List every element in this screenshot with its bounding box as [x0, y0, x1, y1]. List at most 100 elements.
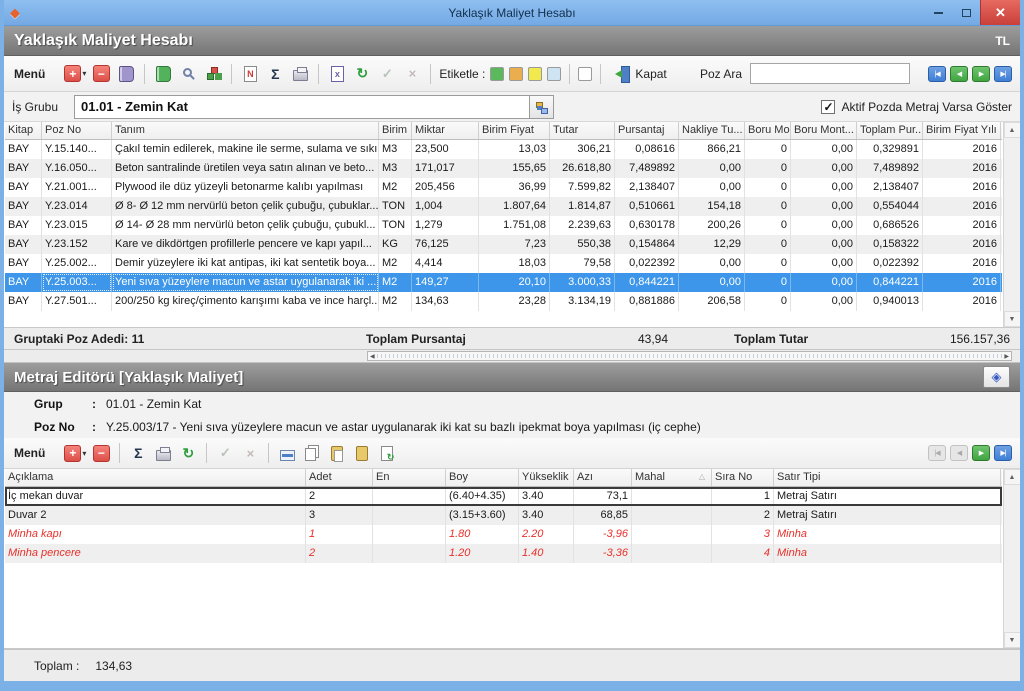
- cell[interactable]: 2: [306, 544, 373, 563]
- cell[interactable]: Y.23.014: [42, 197, 112, 216]
- cell[interactable]: KG: [379, 235, 412, 254]
- cell[interactable]: Metraj Satırı: [774, 506, 1001, 525]
- column-header[interactable]: Birim: [379, 122, 412, 139]
- cell[interactable]: Y.23.015: [42, 216, 112, 235]
- cell[interactable]: 3.134,19: [550, 292, 615, 311]
- cell[interactable]: Duvar 2: [5, 506, 306, 525]
- cell[interactable]: 0,844221: [615, 273, 679, 292]
- cell[interactable]: [373, 487, 446, 506]
- cell[interactable]: 12,29: [679, 235, 745, 254]
- cell[interactable]: 0,00: [791, 292, 857, 311]
- cell[interactable]: 4,414: [412, 254, 479, 273]
- cell[interactable]: 0,00: [679, 178, 745, 197]
- cell[interactable]: 0,554044: [857, 197, 923, 216]
- first-record-button[interactable]: |◀: [928, 66, 946, 82]
- cell[interactable]: 134,63: [412, 292, 479, 311]
- copy-button[interactable]: [302, 443, 322, 463]
- cell[interactable]: M2: [379, 292, 412, 311]
- is-grubu-tree-button[interactable]: [529, 96, 553, 118]
- metraj-prev-record-button[interactable]: ◀: [950, 445, 968, 461]
- last-record-button[interactable]: ▶|: [994, 66, 1012, 82]
- cell[interactable]: 0: [745, 273, 791, 292]
- table-row[interactable]: BAYY.21.001...Plywood ile düz yüzeyli be…: [5, 178, 1002, 197]
- cell[interactable]: 7,23: [479, 235, 550, 254]
- insert-row-button[interactable]: [277, 443, 297, 463]
- tag-orange-button[interactable]: [509, 67, 523, 81]
- cell[interactable]: (6.40+4.35): [446, 487, 519, 506]
- cell[interactable]: 3.40: [519, 487, 574, 506]
- cell[interactable]: 0,329891: [857, 140, 923, 159]
- cell[interactable]: Y.15.140...: [42, 140, 112, 159]
- tag-yellow-button[interactable]: [528, 67, 542, 81]
- cell[interactable]: 1.20: [446, 544, 519, 563]
- cell[interactable]: Y.27.501...: [42, 292, 112, 311]
- cell[interactable]: 0,00: [791, 197, 857, 216]
- analysis-tree-button[interactable]: [203, 64, 223, 84]
- metraj-menu-button[interactable]: Menü: [14, 446, 45, 460]
- cell[interactable]: 3: [306, 506, 373, 525]
- cell[interactable]: 1,279: [412, 216, 479, 235]
- cell[interactable]: TON: [379, 197, 412, 216]
- cell[interactable]: 23,28: [479, 292, 550, 311]
- cell[interactable]: Demir yüzeylere iki kat antipas, iki kat…: [112, 254, 379, 273]
- cell[interactable]: -3,96: [574, 525, 632, 544]
- cell[interactable]: [373, 525, 446, 544]
- cell[interactable]: Kare ve dikdörtgen profillerle pencere v…: [112, 235, 379, 254]
- cell[interactable]: Minha kapı: [5, 525, 306, 544]
- table-row[interactable]: BAYY.25.003...Yeni sıva yüzeylere macun …: [5, 273, 1002, 292]
- column-header[interactable]: Adet: [306, 469, 373, 486]
- cell[interactable]: 0: [745, 159, 791, 178]
- metraj-cancel-button[interactable]: ×: [240, 443, 260, 463]
- cell[interactable]: 18,03: [479, 254, 550, 273]
- cell[interactable]: 1: [306, 525, 373, 544]
- cell[interactable]: 0,158322: [857, 235, 923, 254]
- column-header[interactable]: Birim Fiyat: [479, 122, 550, 139]
- cell[interactable]: 0: [745, 178, 791, 197]
- cell[interactable]: 0,510661: [615, 197, 679, 216]
- catalog-button[interactable]: [153, 64, 173, 84]
- cell[interactable]: 2: [712, 506, 774, 525]
- metraj-confirm-button[interactable]: ✓: [215, 443, 235, 463]
- cell[interactable]: 0,00: [791, 273, 857, 292]
- poz-book-button[interactable]: [116, 64, 136, 84]
- table-row[interactable]: BAYY.27.501...200/250 kg kireç/çimento k…: [5, 292, 1002, 311]
- cell[interactable]: 200,26: [679, 216, 745, 235]
- cell[interactable]: 2,138407: [615, 178, 679, 197]
- cell[interactable]: Y.25.002...: [42, 254, 112, 273]
- cell[interactable]: İç mekan duvar: [5, 487, 306, 506]
- cell[interactable]: 2,138407: [857, 178, 923, 197]
- table-row[interactable]: BAYY.23.014Ø 8- Ø 12 mm nervürlü beton ç…: [5, 197, 1002, 216]
- menu-button[interactable]: Menü: [14, 67, 45, 81]
- table-row[interactable]: BAYY.16.050...Beton santralinde üretilen…: [5, 159, 1002, 178]
- cell[interactable]: Minha: [774, 544, 1001, 563]
- column-header[interactable]: Birim Fiyat Yılı: [923, 122, 1001, 139]
- cell[interactable]: 0,00: [791, 235, 857, 254]
- cell[interactable]: 1.80: [446, 525, 519, 544]
- cell[interactable]: 0,00: [679, 254, 745, 273]
- cell[interactable]: 73,1: [574, 487, 632, 506]
- cell[interactable]: 1,004: [412, 197, 479, 216]
- cell[interactable]: 0,022392: [615, 254, 679, 273]
- cell[interactable]: 2.20: [519, 525, 574, 544]
- tag-clear-button[interactable]: [578, 67, 592, 81]
- cell[interactable]: 2016: [923, 216, 1001, 235]
- cell[interactable]: 2016: [923, 292, 1001, 311]
- cell[interactable]: Y.23.152: [42, 235, 112, 254]
- cell[interactable]: Plywood ile düz yüzeyli betonarme kalıbı…: [112, 178, 379, 197]
- cell[interactable]: 7.599,82: [550, 178, 615, 197]
- cell[interactable]: [632, 506, 712, 525]
- cell[interactable]: 200/250 kg kireç/çimento karışımı kaba v…: [112, 292, 379, 311]
- table-row[interactable]: BAYY.23.015Ø 14- Ø 28 mm nervürlü beton …: [5, 216, 1002, 235]
- clipboard-button[interactable]: [352, 443, 372, 463]
- metraj-add-button[interactable]: +▾: [64, 443, 86, 463]
- column-header[interactable]: Açıklama: [5, 469, 306, 486]
- cell[interactable]: 2016: [923, 254, 1001, 273]
- cell[interactable]: Metraj Satırı: [774, 487, 1001, 506]
- cell[interactable]: Ø 8- Ø 12 mm nervürlü beton çelik çubuğu…: [112, 197, 379, 216]
- cell[interactable]: BAY: [5, 292, 42, 311]
- metraj-first-record-button[interactable]: |◀: [928, 445, 946, 461]
- paste-button[interactable]: [327, 443, 347, 463]
- cell[interactable]: 2016: [923, 140, 1001, 159]
- cell[interactable]: 0,00: [791, 254, 857, 273]
- cell[interactable]: 0,00: [679, 273, 745, 292]
